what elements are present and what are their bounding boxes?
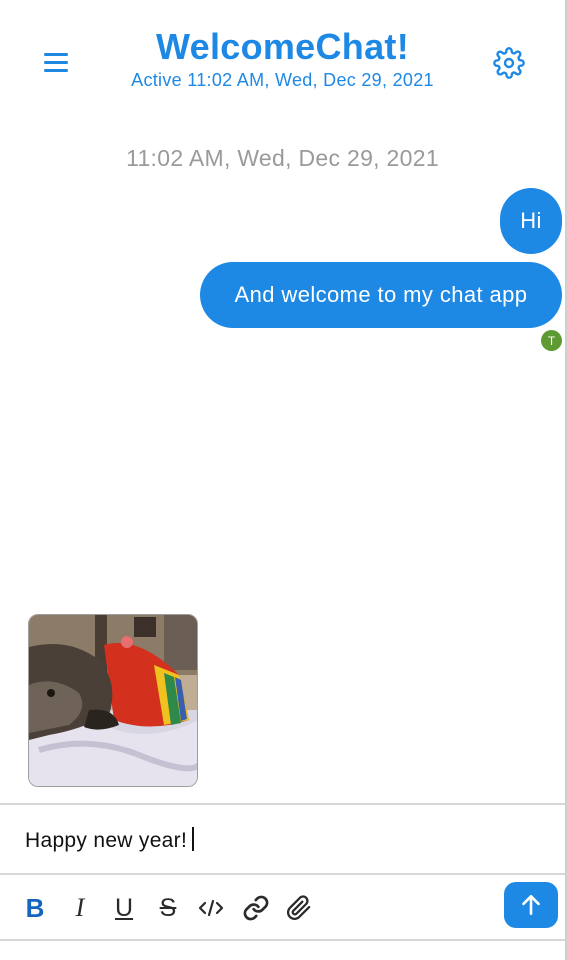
paperclip-icon[interactable] <box>284 893 314 923</box>
message-bubble[interactable]: And welcome to my chat app <box>200 262 562 328</box>
send-button[interactable] <box>504 882 558 928</box>
italic-icon[interactable]: I <box>65 893 95 923</box>
message-input-text[interactable]: Happy new year! <box>25 827 194 853</box>
arrow-up-icon <box>522 895 540 915</box>
link-icon[interactable] <box>241 893 271 923</box>
date-separator: 11:02 AM, Wed, Dec 29, 2021 <box>126 145 439 171</box>
chat-title: WelcomeChat! <box>156 26 409 67</box>
text-caret <box>192 827 194 851</box>
formatting-toolbar: B I U S <box>0 875 565 941</box>
message-bubble[interactable]: Hi <box>500 188 562 254</box>
strikethrough-icon[interactable]: S <box>153 893 183 923</box>
read-receipt-avatar: T <box>541 330 562 351</box>
active-status: Active 11:02 AM, Wed, Dec 29, 2021 <box>131 70 434 90</box>
attachment-image-preview[interactable] <box>28 614 198 787</box>
chat-header: WelcomeChat! Active 11:02 AM, Wed, Dec 2… <box>0 0 565 110</box>
underline-icon[interactable]: U <box>109 893 139 923</box>
bold-icon[interactable]: B <box>20 893 50 923</box>
code-icon[interactable] <box>196 893 226 923</box>
gear-icon[interactable] <box>493 47 525 79</box>
message-input[interactable]: Happy new year! <box>0 803 565 875</box>
